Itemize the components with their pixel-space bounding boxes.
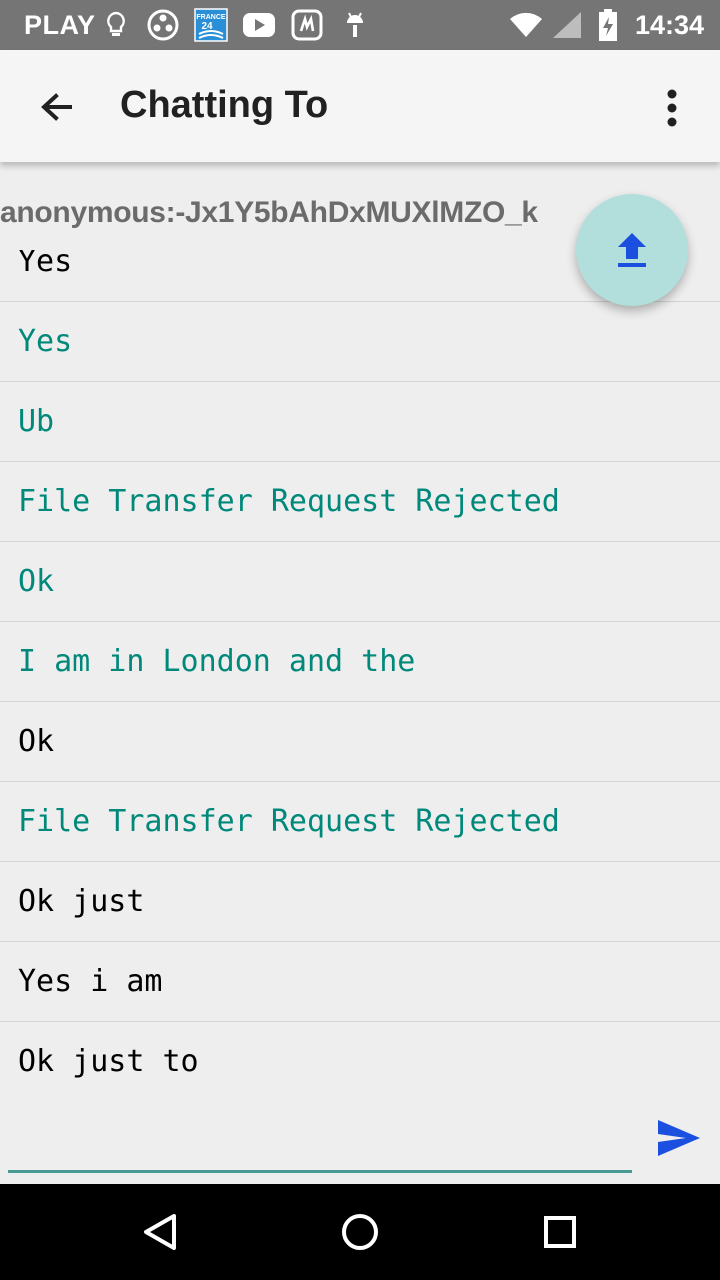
message-item: File Transfer Request Rejected: [0, 782, 720, 862]
message-item: File Transfer Request Rejected: [0, 462, 720, 542]
app-bar: Chatting To: [0, 50, 720, 162]
nav-recents-button[interactable]: [536, 1208, 584, 1256]
message-item: I am in London and the: [0, 622, 720, 702]
arrow-left-icon: [41, 93, 72, 121]
upload-icon: [618, 233, 646, 267]
message-item: Ok just: [0, 862, 720, 942]
lightbulb-icon: [104, 8, 128, 42]
android-debug-icon: [342, 8, 368, 42]
message-item: Ok just to: [18, 1044, 199, 1079]
clock-time: 14:34: [634, 10, 704, 40]
youtube-icon: [242, 8, 276, 42]
svg-text:FRANCE: FRANCE: [196, 14, 225, 21]
input-underline: [8, 1170, 632, 1173]
nav-home-button[interactable]: [336, 1208, 384, 1256]
message-item: Ub: [0, 382, 720, 462]
chat-peer-id: anonymous:-Jx1Y5bAhDxMUXlMZO_k: [0, 196, 538, 229]
signal-icon: [550, 8, 584, 42]
saavn-icon: [290, 8, 324, 42]
message-item: Yes i am: [0, 942, 720, 1022]
home-circle-icon: [342, 1214, 378, 1250]
system-navigation-bar: [0, 1184, 720, 1280]
send-button[interactable]: [656, 1118, 704, 1164]
message-item: Ok: [0, 702, 720, 782]
message-input[interactable]: [8, 1110, 632, 1168]
carrier-label: PLAY: [24, 10, 96, 40]
message-item: Ok: [0, 542, 720, 622]
overflow-menu-button[interactable]: [652, 84, 692, 132]
recents-square-icon: [544, 1216, 576, 1248]
wifi-icon: [508, 8, 544, 42]
media-reel-icon: [146, 8, 180, 42]
upload-file-button[interactable]: [576, 194, 688, 306]
more-vertical-icon: [667, 89, 677, 127]
page-title: Chatting To: [120, 84, 329, 126]
nav-back-button[interactable]: [136, 1208, 184, 1256]
message-item: Yes: [0, 302, 720, 382]
back-triangle-icon: [144, 1214, 176, 1250]
france24-icon: FRANCE 24: [194, 8, 228, 42]
status-bar: PLAY FRANCE 24 14:34: [0, 0, 720, 50]
battery-charging-icon: [596, 8, 620, 42]
back-button[interactable]: [32, 84, 80, 132]
send-icon: [658, 1120, 700, 1156]
message-list[interactable]: Yes Yes Ub File Transfer Request Rejecte…: [0, 250, 720, 1102]
